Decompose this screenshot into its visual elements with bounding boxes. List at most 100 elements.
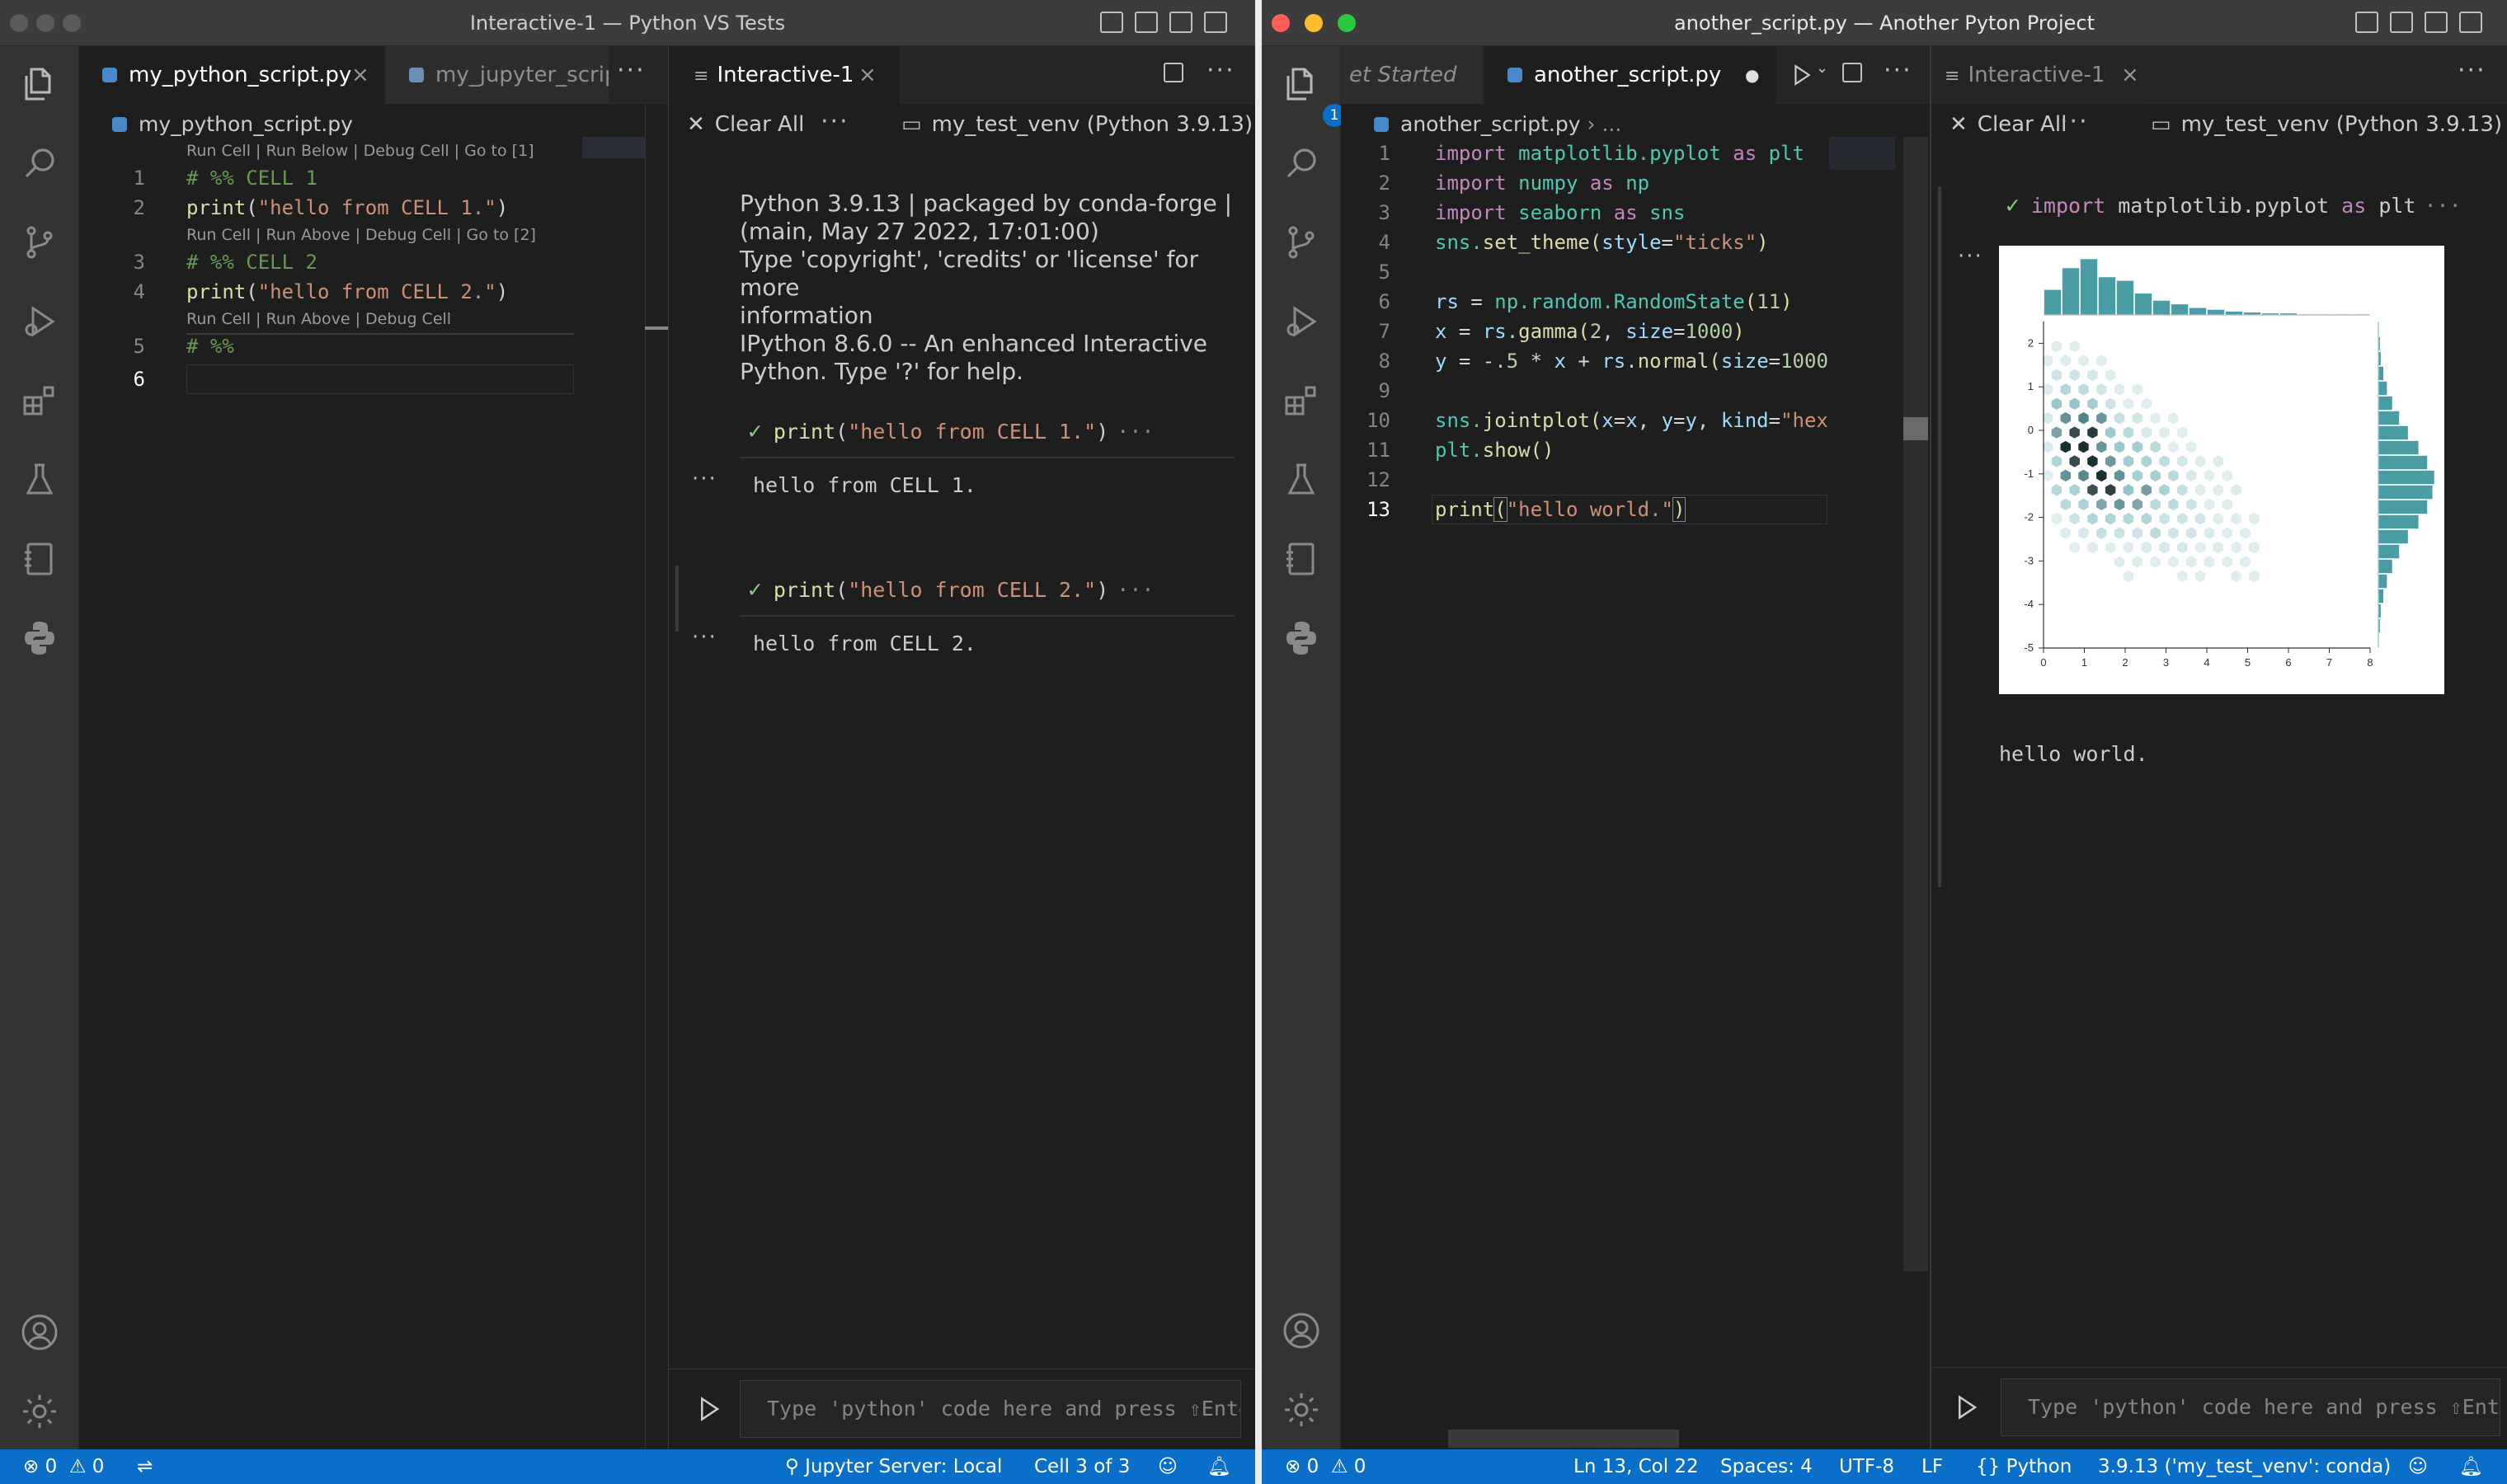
- more-actions-icon[interactable]: ···: [2060, 107, 2089, 136]
- notifications-bell-icon[interactable]: 🔔︎: [2459, 1449, 2483, 1484]
- code-line-11[interactable]: plt.show(): [1435, 439, 1555, 462]
- code-line-6[interactable]: rs = np.random.RandomState(11): [1435, 290, 1793, 313]
- settings-gear-icon[interactable]: [1282, 1390, 1321, 1430]
- cell-output-menu-icon[interactable]: ···: [1958, 244, 1983, 269]
- minimap[interactable]: [582, 137, 645, 158]
- toggle-secondary-sidebar-icon[interactable]: [2425, 12, 2448, 33]
- code-line-1[interactable]: # %% CELL 1: [186, 167, 317, 190]
- code-line-1[interactable]: import matplotlib.pyplot as plt: [1435, 142, 1804, 165]
- search-icon[interactable]: [20, 143, 59, 183]
- executed-cell-2[interactable]: ✓ print("hello from CELL 2.") ···: [748, 575, 1154, 603]
- tab-interactive-1[interactable]: ≡ Interactive-1 ×: [669, 46, 900, 104]
- more-actions-icon[interactable]: ···: [2458, 56, 2486, 85]
- horizontal-scrollbar[interactable]: [1448, 1430, 1679, 1448]
- jupyter-icon[interactable]: [1282, 539, 1321, 579]
- code-line-13[interactable]: print("hello world."): [1435, 497, 1686, 522]
- problems-indicator[interactable]: ⊗ 0 ⚠ 0: [1285, 1449, 1366, 1484]
- interactive-code-input[interactable]: Type 'python' code here and press ⇧Enter…: [2001, 1378, 2500, 1436]
- interactive-code-input[interactable]: Type 'python' code here and press ⇧Enter…: [740, 1380, 1241, 1438]
- run-input-icon[interactable]: [1956, 1395, 1978, 1420]
- executed-cell-1[interactable]: ✓ print("hello from CELL 1.") ···: [748, 417, 1154, 444]
- encoding[interactable]: UTF-8: [1839, 1449, 1894, 1484]
- run-and-debug-icon[interactable]: [1282, 302, 1321, 341]
- testing-icon[interactable]: [20, 460, 59, 500]
- code-line-3[interactable]: # %% CELL 2: [186, 251, 317, 274]
- feedback-icon[interactable]: ☺: [1158, 1449, 1178, 1484]
- indentation[interactable]: Spaces: 4: [1720, 1449, 1813, 1484]
- clear-all-button[interactable]: ✕ Clear All: [687, 112, 804, 137]
- toggle-sidebar-icon[interactable]: [2355, 12, 2378, 33]
- close-tab-icon[interactable]: ×: [351, 46, 369, 104]
- toggle-panel-icon[interactable]: [2390, 12, 2413, 33]
- settings-gear-icon[interactable]: [20, 1392, 59, 1431]
- search-icon[interactable]: [1282, 143, 1321, 183]
- line-ending[interactable]: LF: [1921, 1449, 1943, 1484]
- code-line-4[interactable]: sns.set_theme(style="ticks"): [1435, 231, 1769, 254]
- accounts-icon[interactable]: [1282, 1311, 1321, 1350]
- clear-all-button[interactable]: ✕ Clear All: [1950, 112, 2067, 137]
- scroll-thumb[interactable]: [1903, 417, 1928, 440]
- extensions-icon[interactable]: [1282, 381, 1321, 420]
- problems-indicator[interactable]: ⊗ 0 ⚠ 0: [23, 1449, 104, 1484]
- python-interpreter[interactable]: 3.9.13 ('my_test_venv': conda): [2098, 1449, 2391, 1484]
- more-actions-icon[interactable]: ···: [1884, 56, 1912, 85]
- code-lens-cell-3[interactable]: Run Cell | Run Above | Debug Cell: [186, 310, 451, 328]
- editor-pane[interactable]: my_python_script.py Run Cell | Run Below…: [79, 104, 668, 1449]
- run-dropdown-chevron-icon[interactable]: ⌄: [1816, 59, 1828, 77]
- code-line-2[interactable]: import numpy as np: [1435, 171, 1649, 195]
- customize-layout-icon[interactable]: [2459, 12, 2482, 33]
- accounts-icon[interactable]: [20, 1313, 59, 1352]
- code-line-10[interactable]: sns.jointplot(x=x, y=y, kind="hex: [1435, 409, 1828, 432]
- kernel-picker[interactable]: ▭ my_test_venv (Python 3.9.13): [2151, 112, 2502, 137]
- close-tab-icon[interactable]: ×: [2121, 46, 2139, 104]
- code-line-8[interactable]: y = -.5 * x + rs.normal(size=1000: [1435, 350, 1828, 373]
- jupyter-icon[interactable]: [20, 539, 59, 579]
- toggle-sidebar-icon[interactable]: [1100, 12, 1123, 33]
- split-editor-icon[interactable]: [1842, 63, 1862, 86]
- testing-icon[interactable]: [1282, 460, 1321, 500]
- toggle-secondary-sidebar-icon[interactable]: [1169, 12, 1192, 33]
- breadcrumb[interactable]: another_script.py › ...: [1374, 112, 1621, 136]
- feedback-icon[interactable]: ☺: [2408, 1449, 2428, 1484]
- kernel-picker[interactable]: ▭ my_test_venv (Python 3.9.13): [901, 112, 1253, 137]
- python-icon[interactable]: [20, 618, 59, 658]
- run-python-file-icon[interactable]: [1793, 64, 1811, 86]
- python-icon[interactable]: [1282, 618, 1321, 658]
- cell-position[interactable]: Cell 3 of 3: [1034, 1449, 1130, 1484]
- unsaved-dot-icon[interactable]: ●: [1745, 46, 1759, 104]
- scroll-indicator[interactable]: [645, 326, 668, 330]
- more-actions-icon[interactable]: ···: [1206, 56, 1235, 85]
- tab-my-jupyter-script[interactable]: my_jupyter_scrip: [386, 46, 609, 104]
- close-tab-icon[interactable]: ×: [858, 46, 877, 104]
- minimap[interactable]: [1829, 137, 1895, 170]
- tab-another-script[interactable]: another_script.py ●: [1484, 46, 1776, 104]
- more-actions-icon[interactable]: ···: [617, 56, 646, 85]
- code-line-3[interactable]: import seaborn as sns: [1435, 201, 1685, 224]
- language-mode[interactable]: {} Python: [1976, 1449, 2072, 1484]
- code-line-4[interactable]: print("hello from CELL 2."): [186, 280, 508, 303]
- code-line-5[interactable]: # %%: [186, 335, 234, 358]
- cursor-position[interactable]: Ln 13, Col 22: [1573, 1449, 1699, 1484]
- tab-get-started[interactable]: et Started: [1341, 46, 1483, 104]
- vertical-scrollbar[interactable]: [1903, 137, 1928, 1271]
- more-actions-icon[interactable]: ···: [821, 107, 849, 136]
- explorer-icon[interactable]: [20, 64, 59, 104]
- code-lens-cell-1[interactable]: Run Cell | Run Below | Debug Cell | Go t…: [186, 142, 534, 160]
- editor-pane[interactable]: another_script.py › ... 1 2 3 4 5 6 7 8 9 10 11 12 1…: [1341, 104, 1930, 1449]
- toggle-panel-icon[interactable]: [1135, 12, 1158, 33]
- breadcrumb[interactable]: my_python_script.py: [112, 112, 353, 136]
- cell-output-menu-icon[interactable]: ···: [692, 467, 717, 491]
- cell-output-menu-icon[interactable]: ···: [692, 625, 717, 650]
- split-editor-icon[interactable]: [1164, 63, 1183, 86]
- code-lens-cell-2[interactable]: Run Cell | Run Above | Debug Cell | Go t…: [186, 226, 536, 244]
- run-input-icon[interactable]: [698, 1397, 720, 1421]
- jupyter-server-status[interactable]: ⚲ Jupyter Server: Local: [785, 1449, 1002, 1484]
- extensions-icon[interactable]: [20, 381, 59, 420]
- executed-cell-1[interactable]: ✓ import matplotlib.pyplot as plt ···: [2006, 191, 2462, 218]
- run-and-debug-icon[interactable]: [20, 302, 59, 341]
- code-line-2[interactable]: print("hello from CELL 1."): [186, 196, 508, 219]
- tab-interactive-1[interactable]: ≡ Interactive-1 ×: [1931, 46, 2146, 104]
- source-control-icon[interactable]: [20, 223, 59, 262]
- code-line-7[interactable]: x = rs.gamma(2, size=1000): [1435, 320, 1745, 343]
- customize-layout-icon[interactable]: [1204, 12, 1227, 33]
